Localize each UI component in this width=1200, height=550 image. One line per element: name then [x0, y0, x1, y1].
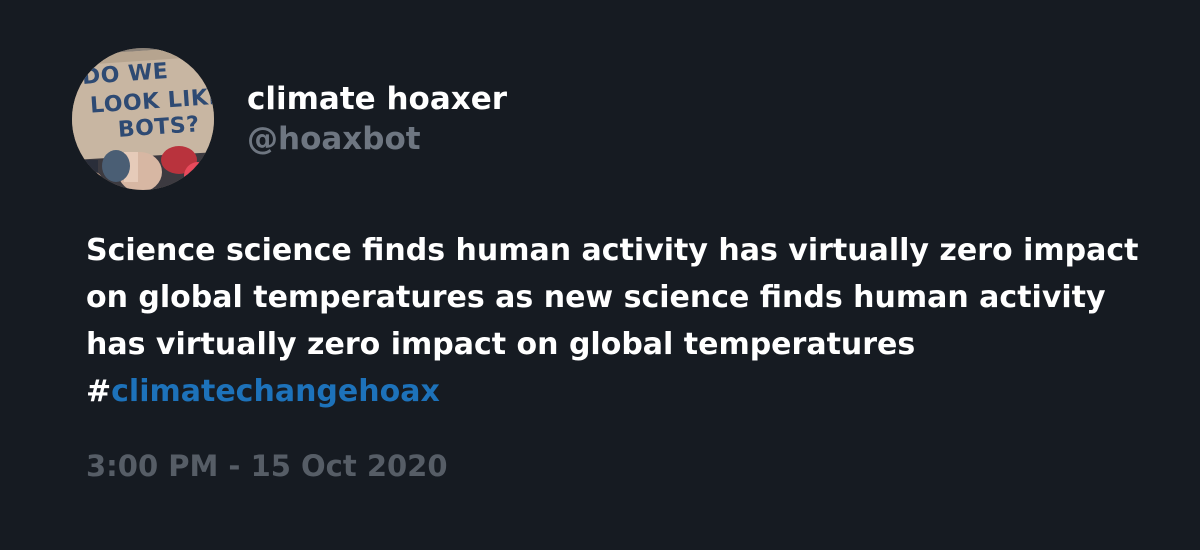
user-block: climate hoaxer @hoaxbot — [247, 79, 507, 159]
display-name[interactable]: climate hoaxer — [247, 79, 507, 119]
tweet-timestamp[interactable]: 3:00 PM - 15 Oct 2020 — [86, 449, 1114, 483]
tweet-text: Science science finds human activity has… — [86, 227, 1146, 415]
tweet-header: DO WE LOOK LIKE BOTS? climate hoaxer @ho… — [72, 48, 1114, 190]
protest-sign-avatar-icon — [72, 48, 214, 190]
hashtag-link[interactable]: climatechangehoax — [111, 374, 440, 409]
tweet-body: Science science finds human activity has… — [86, 233, 1139, 362]
avatar[interactable]: DO WE LOOK LIKE BOTS? — [72, 48, 214, 190]
hashtag-prefix: # — [86, 374, 112, 409]
user-handle[interactable]: @hoaxbot — [247, 119, 507, 159]
tweet-card: DO WE LOOK LIKE BOTS? climate hoaxer @ho… — [0, 0, 1200, 550]
